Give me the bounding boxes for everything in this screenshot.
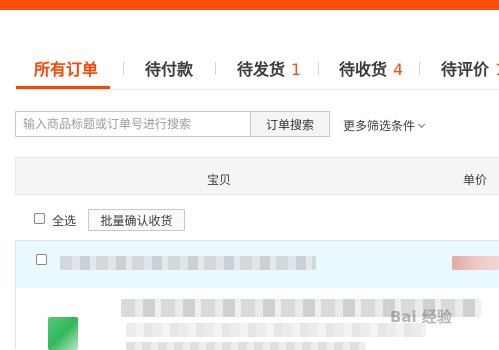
item-thumbnail[interactable] <box>48 317 78 350</box>
tab-pending-receipt[interactable]: 待收货 4 <box>339 56 403 80</box>
baidu-jingyan-watermark-logo: Bai 经验 <box>390 300 498 340</box>
tab-separator <box>215 62 216 75</box>
select-all-label[interactable]: 全选 <box>52 212 76 229</box>
tab-separator <box>123 62 124 75</box>
batch-confirm-receipt-button[interactable]: 批量确认收货 <box>88 209 185 231</box>
tab-label: 待收货 <box>339 60 388 79</box>
column-header-price: 单价 <box>463 173 488 187</box>
more-filters-dropdown[interactable]: 更多筛选条件 <box>343 117 426 134</box>
blurred-shop-info <box>452 256 499 270</box>
order-list-header: 宝贝 单价 <box>15 157 499 195</box>
tab-label: 待评价 <box>441 60 490 79</box>
chevron-down-icon <box>417 120 426 129</box>
tab-label: 待付款 <box>145 60 194 79</box>
order-checkbox[interactable] <box>36 254 47 265</box>
tab-count-badge: 1 <box>291 60 302 79</box>
tab-label: 待发货 <box>237 60 286 79</box>
blurred-item-detail <box>126 323 426 337</box>
top-brand-bar <box>0 0 499 10</box>
order-search-input[interactable] <box>15 111 257 137</box>
tab-count-badge: 1 <box>495 60 499 79</box>
blurred-order-info <box>60 256 316 270</box>
tab-all-orders[interactable]: 所有订单 <box>34 56 98 80</box>
tab-label: 所有订单 <box>34 60 99 79</box>
order-tabs: 所有订单 待付款 待发货 1 待收货 4 待评价 1 <box>0 44 499 94</box>
tab-pending-payment[interactable]: 待付款 <box>145 56 193 80</box>
column-header-item: 宝贝 <box>207 173 232 187</box>
tab-pending-shipment[interactable]: 待发货 1 <box>237 56 301 80</box>
tab-separator <box>419 62 420 75</box>
more-filters-label: 更多筛选条件 <box>343 119 416 133</box>
tabs-divider <box>16 89 499 90</box>
tab-count-badge: 4 <box>393 60 404 79</box>
tab-pending-review[interactable]: 待评价 1 <box>441 56 499 80</box>
watermark-text: Bai 经验 <box>390 308 452 326</box>
order-card-header <box>16 241 499 288</box>
tab-separator <box>318 62 319 75</box>
select-all-checkbox[interactable] <box>34 213 45 224</box>
order-search-button[interactable]: 订单搜索 <box>250 111 330 137</box>
